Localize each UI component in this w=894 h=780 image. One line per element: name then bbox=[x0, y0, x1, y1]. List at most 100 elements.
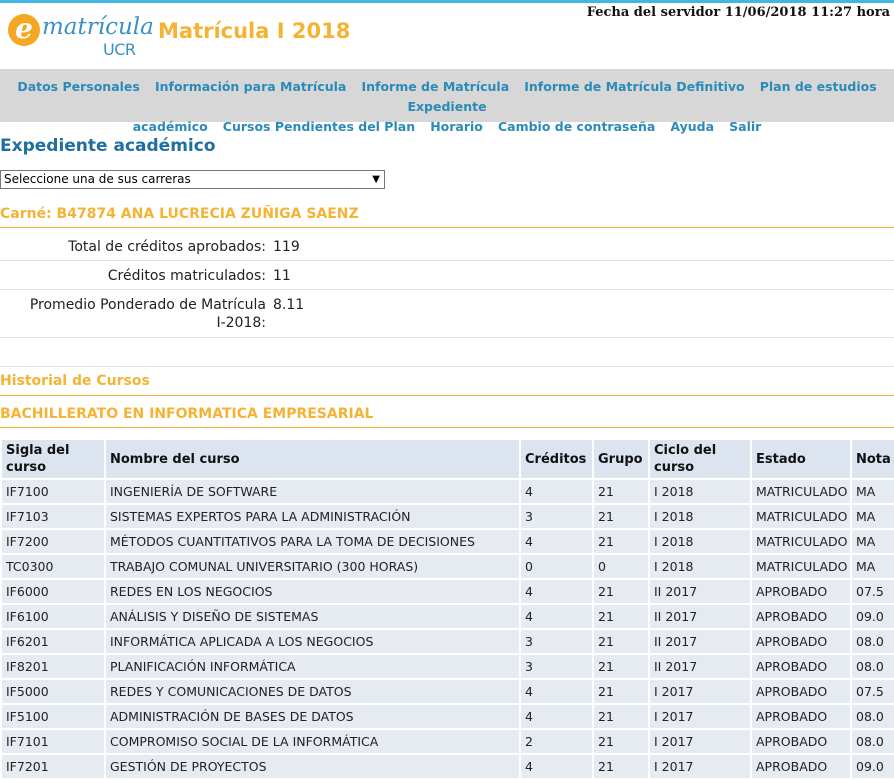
logo-ucr: UCR bbox=[103, 40, 136, 59]
table-row: IF7201 GESTIÓN DE PROYECTOS 4 21 I 2017 APROB… bbox=[2, 755, 894, 778]
cell-nombre: MÉTODOS CUANTITATIVOS PARA LA TOMA DE DE… bbox=[106, 530, 519, 553]
cell-grupo: 21 bbox=[594, 480, 648, 503]
summary-average-row: Promedio Ponderado de Matrícula I-2018: … bbox=[0, 290, 894, 338]
average-value: 8.11 bbox=[273, 297, 305, 313]
table-row: IF8201 PLANIFICACIÓN INFORMÁTICA 3 21 II 201… bbox=[2, 655, 894, 678]
table-row: IF6000 REDES EN LOS NEGOCIOS 4 21 II 2017 APR… bbox=[2, 580, 894, 603]
cell-grupo: 21 bbox=[594, 655, 648, 678]
col-ciclo: Ciclo del curso bbox=[650, 440, 750, 478]
nav-cambio-contrasena[interactable]: Cambio de contraseña bbox=[498, 117, 655, 136]
cell-creditos: 3 bbox=[521, 630, 592, 653]
cell-sigla: IF8201 bbox=[2, 655, 104, 678]
cell-estado: MATRICULADO bbox=[752, 480, 850, 503]
nav-horario[interactable]: Horario bbox=[430, 117, 483, 136]
nav-expediente-academico[interactable]: Expediente bbox=[407, 97, 486, 116]
cell-ciclo: I 2017 bbox=[650, 730, 750, 753]
cell-grupo: 21 bbox=[594, 755, 648, 778]
cell-creditos: 4 bbox=[521, 755, 592, 778]
table-header-row: Sigla del curso Nombre del curso Créditos… bbox=[2, 440, 894, 478]
career-select[interactable]: Seleccione una de sus carreras ▼ bbox=[0, 170, 385, 189]
cell-sigla: IF7100 bbox=[2, 480, 104, 503]
cell-estado: MATRICULADO bbox=[752, 555, 850, 578]
cell-ciclo: I 2017 bbox=[650, 755, 750, 778]
nav-ayuda[interactable]: Ayuda bbox=[670, 117, 714, 136]
cell-creditos: 3 bbox=[521, 505, 592, 528]
nav-datos-personales[interactable]: Datos Personales bbox=[17, 77, 140, 96]
nav-cursos-pendientes[interactable]: Cursos Pendientes del Plan bbox=[223, 117, 415, 136]
cell-nota: 09.0 bbox=[852, 605, 894, 628]
ematricula-logo: e matrícula UCR bbox=[8, 8, 154, 60]
nav-plan-estudios[interactable]: Plan de estudios bbox=[760, 77, 877, 96]
cell-sigla: IF6201 bbox=[2, 630, 104, 653]
table-row: IF6201 INFORMÁTICA APLICADA A LOS NEGOCIO… bbox=[2, 630, 894, 653]
approved-credits-value: 119 bbox=[273, 239, 300, 255]
col-estado: Estado bbox=[752, 440, 850, 478]
cell-nota: 07.5 bbox=[852, 580, 894, 603]
cell-estado: APROBADO bbox=[752, 605, 850, 628]
cell-estado: APROBADO bbox=[752, 755, 850, 778]
cell-nombre: SISTEMAS EXPERTOS PARA LA ADMINISTRACIÓN bbox=[106, 505, 519, 528]
cell-nota: MA bbox=[852, 480, 894, 503]
cell-ciclo: I 2018 bbox=[650, 480, 750, 503]
nav-expediente-academico-cont[interactable]: académico bbox=[133, 117, 208, 136]
col-nota: Nota bbox=[852, 440, 894, 478]
nav-informe-matricula-definitivo[interactable]: Informe de Matrícula Definitivo bbox=[524, 77, 744, 96]
nav-informe-matricula[interactable]: Informe de Matrícula bbox=[361, 77, 509, 96]
cell-creditos: 4 bbox=[521, 705, 592, 728]
enrolled-credits-label: Créditos matriculados: bbox=[107, 268, 266, 284]
cell-creditos: 4 bbox=[521, 680, 592, 703]
cell-estado: MATRICULADO bbox=[752, 530, 850, 553]
cell-creditos: 4 bbox=[521, 605, 592, 628]
table-row: IF7103 SISTEMAS EXPERTOS PARA LA ADMINIST… bbox=[2, 505, 894, 528]
main-nav: Datos Personales Información para Matríc… bbox=[0, 69, 894, 134]
cell-ciclo: I 2018 bbox=[650, 530, 750, 553]
cell-sigla: IF5000 bbox=[2, 680, 104, 703]
col-grupo: Grupo bbox=[594, 440, 648, 478]
cell-estado: APROBADO bbox=[752, 655, 850, 678]
cell-estado: MATRICULADO bbox=[752, 505, 850, 528]
page-title: Expediente académico bbox=[0, 136, 216, 156]
app-title: Matrícula I 2018 bbox=[158, 19, 351, 43]
divider bbox=[0, 395, 894, 396]
cell-ciclo: I 2017 bbox=[650, 680, 750, 703]
cell-ciclo: I 2017 bbox=[650, 705, 750, 728]
col-sigla: Sigla del curso bbox=[2, 440, 104, 478]
table-row: IF5100 ADMINISTRACIÓN DE BASES DE DATOS 4 2… bbox=[2, 705, 894, 728]
divider bbox=[0, 227, 894, 228]
cell-nota: 08.0 bbox=[852, 705, 894, 728]
cell-ciclo: II 2017 bbox=[650, 580, 750, 603]
cell-creditos: 0 bbox=[521, 555, 592, 578]
cell-nota: MA bbox=[852, 505, 894, 528]
cell-nombre: PLANIFICACIÓN INFORMÁTICA bbox=[106, 655, 519, 678]
cell-nota: 09.0 bbox=[852, 755, 894, 778]
approved-credits-label: Total de créditos aprobados: bbox=[68, 239, 266, 255]
col-nombre: Nombre del curso bbox=[106, 440, 519, 478]
cell-creditos: 4 bbox=[521, 480, 592, 503]
average-label: Promedio Ponderado de Matrícula I-2018: bbox=[30, 296, 266, 332]
cell-nombre: REDES Y COMUNICACIONES DE DATOS bbox=[106, 680, 519, 703]
cell-ciclo: II 2017 bbox=[650, 655, 750, 678]
cell-creditos: 3 bbox=[521, 655, 592, 678]
cell-grupo: 21 bbox=[594, 580, 648, 603]
cell-ciclo: II 2017 bbox=[650, 605, 750, 628]
summary-enrolled-row: Créditos matriculados: 11 bbox=[0, 261, 894, 290]
cell-nombre: ANÁLISIS Y DISEÑO DE SISTEMAS bbox=[106, 605, 519, 628]
cell-grupo: 21 bbox=[594, 505, 648, 528]
cell-nota: 07.5 bbox=[852, 680, 894, 703]
cell-nota: 08.0 bbox=[852, 630, 894, 653]
nav-salir[interactable]: Salir bbox=[729, 117, 761, 136]
cell-grupo: 21 bbox=[594, 605, 648, 628]
summary-approved-row: Total de créditos aprobados: 119 bbox=[0, 232, 894, 261]
table-row: IF5000 REDES Y COMUNICACIONES DE DATOS 4 21… bbox=[2, 680, 894, 703]
cell-grupo: 21 bbox=[594, 730, 648, 753]
cell-nota: 08.0 bbox=[852, 655, 894, 678]
career-select-value: Seleccione una de sus carreras bbox=[4, 172, 191, 186]
dropdown-arrow-icon: ▼ bbox=[372, 174, 380, 185]
cell-estado: APROBADO bbox=[752, 730, 850, 753]
history-title: Historial de Cursos bbox=[0, 373, 150, 389]
cell-sigla: IF7101 bbox=[2, 730, 104, 753]
cell-creditos: 4 bbox=[521, 530, 592, 553]
cell-nombre: GESTIÓN DE PROYECTOS bbox=[106, 755, 519, 778]
divider bbox=[0, 427, 894, 428]
nav-informacion-matricula[interactable]: Información para Matrícula bbox=[155, 77, 346, 96]
